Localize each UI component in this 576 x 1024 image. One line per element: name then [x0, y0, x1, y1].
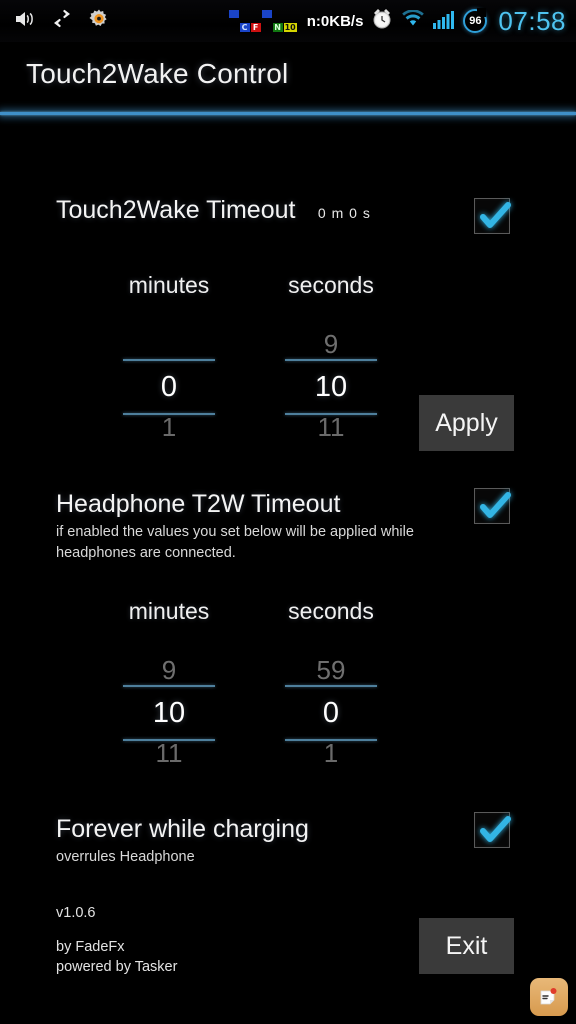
signal-bars-icon — [432, 9, 456, 34]
headphone-seconds-picker[interactable]: seconds 59 0 1 — [236, 598, 426, 765]
alarm-clock-icon — [370, 7, 394, 36]
title-divider — [0, 112, 576, 115]
headphone-title: Headphone T2W Timeout — [56, 490, 341, 518]
seconds-label: seconds — [288, 272, 374, 298]
badge-marker-1 — [228, 10, 239, 18]
charging-checkbox[interactable] — [474, 812, 511, 848]
badge-n: N — [272, 23, 283, 32]
sync-arrows-icon — [50, 9, 74, 34]
checkmark-icon — [480, 492, 511, 518]
battery-indicator: 96 — [463, 9, 488, 33]
badge-10: 10 — [283, 23, 297, 32]
seconds-prev-value: 59 — [316, 655, 346, 685]
app-screen: C F N 10 n:0KB/s 96 07:58 Touch2Wake Con… — [0, 0, 576, 1024]
charging-subtitle: overrules Headphone — [56, 849, 195, 865]
title-bar: Touch2Wake Control — [0, 42, 576, 112]
network-speed-text: n:0KB/s — [306, 12, 364, 30]
charging-title: Forever while charging — [56, 815, 309, 843]
touch2wake-title: Touch2Wake Timeout — [56, 196, 296, 224]
headphone-subtitle: if enabled the values you set below will… — [56, 524, 414, 561]
seconds-value: 10 — [314, 371, 348, 403]
seconds-value: 0 — [322, 697, 340, 729]
status-bar-right-icons: C F N 10 n:0KB/s 96 07:58 — [228, 5, 566, 37]
badge-c: C — [239, 23, 250, 32]
headphone-checkbox[interactable] — [474, 488, 511, 524]
exit-button[interactable]: Exit — [419, 918, 514, 974]
touch2wake-checkbox[interactable] — [474, 198, 511, 234]
touch2wake-section-header: Touch2Wake Timeout 0 m 0 s — [56, 196, 371, 225]
checkmark-icon — [480, 202, 511, 228]
author-label: by FadeFx — [56, 939, 125, 955]
status-bar: C F N 10 n:0KB/s 96 07:58 — [0, 0, 576, 42]
volume-icon — [14, 10, 36, 33]
touch2wake-seconds-picker[interactable]: seconds 9 10 11 — [236, 272, 426, 439]
badge-marker-2 — [261, 10, 272, 18]
floating-note-icon[interactable] — [530, 978, 568, 1016]
seconds-next-value: 1 — [323, 741, 339, 765]
version-label: v1.0.6 — [56, 905, 96, 921]
badge-f: F — [250, 23, 261, 32]
seconds-prev-value: 9 — [323, 329, 339, 359]
touch2wake-current-value: 0 m 0 s — [317, 205, 371, 221]
status-bar-clock: 07:58 — [498, 5, 566, 36]
status-bar-left-icons — [14, 8, 110, 35]
mini-status-badges: C F N 10 — [228, 10, 297, 32]
seconds-next-value: 11 — [317, 415, 345, 439]
apply-button[interactable]: Apply — [419, 395, 514, 451]
checkmark-icon — [480, 816, 511, 842]
wifi-icon — [401, 8, 425, 33]
charging-section-header: Forever while charging overrules Headpho… — [56, 815, 309, 868]
gear-icon — [88, 8, 110, 35]
headphone-section-header: Headphone T2W Timeout if enabled the val… — [56, 490, 476, 564]
seconds-label: seconds — [288, 598, 374, 624]
page-title: Touch2Wake Control — [26, 58, 289, 89]
battery-percent: 96 — [469, 15, 482, 27]
note-icon — [540, 988, 557, 1005]
powered-by-label: powered by Tasker — [56, 959, 178, 975]
